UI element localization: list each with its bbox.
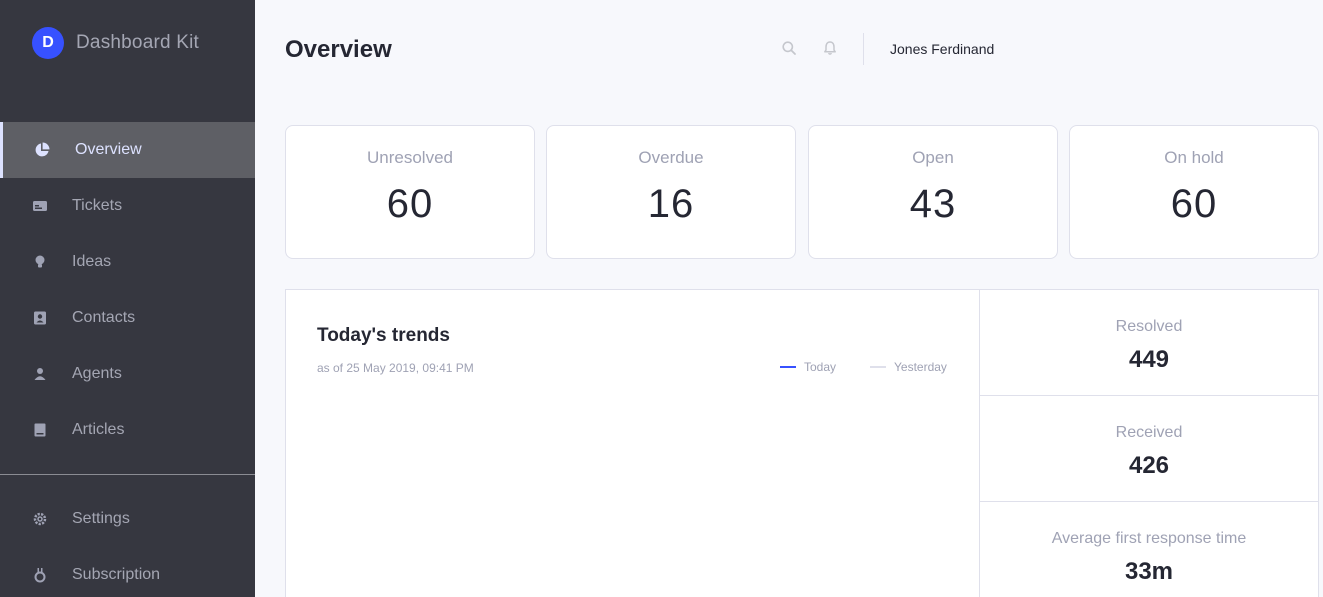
user-icon bbox=[32, 366, 48, 382]
legend-today: Today bbox=[780, 360, 836, 374]
sidebar-item-agents[interactable]: Agents bbox=[0, 346, 255, 402]
brand[interactable]: D Dashboard Kit bbox=[32, 27, 199, 59]
medal-icon bbox=[32, 567, 48, 583]
side-stat-label: Received bbox=[1115, 424, 1183, 441]
sidebar-item-ideas[interactable]: Ideas bbox=[0, 234, 255, 290]
sidebar-item-label: Subscription bbox=[72, 566, 161, 583]
stat-value: 60 bbox=[386, 182, 434, 226]
stat-label: Unresolved bbox=[367, 148, 453, 167]
stat-value: 43 bbox=[909, 182, 957, 226]
stat-label: Overdue bbox=[638, 148, 704, 167]
side-stat-value: 426 bbox=[1128, 452, 1170, 479]
sidebar-item-settings[interactable]: Settings bbox=[0, 491, 255, 547]
sidebar-item-label: Ideas bbox=[72, 253, 112, 270]
search-icon[interactable] bbox=[781, 40, 797, 56]
stat-label: On hold bbox=[1164, 148, 1224, 167]
side-stat-label: Average first response time bbox=[1051, 530, 1247, 547]
lightbulb-icon bbox=[32, 254, 48, 270]
side-stat-value: 33m bbox=[1124, 558, 1174, 585]
brand-name: Dashboard Kit bbox=[76, 32, 200, 53]
side-stat-resolved: Resolved 449 bbox=[980, 290, 1319, 396]
sidebar-item-label: Agents bbox=[72, 365, 122, 382]
stat-card-overdue[interactable]: Overdue 16 bbox=[546, 125, 796, 259]
stat-card-on-hold[interactable]: On hold 60 bbox=[1069, 125, 1319, 259]
legend-line-icon bbox=[870, 366, 886, 368]
sidebar-item-subscription[interactable]: Subscription bbox=[0, 547, 255, 597]
pie-chart-icon bbox=[34, 142, 50, 158]
legend-line-icon bbox=[780, 366, 796, 368]
sidebar-item-tickets[interactable]: Tickets bbox=[0, 178, 255, 234]
contacts-icon bbox=[32, 310, 48, 326]
side-stat-received: Received 426 bbox=[980, 396, 1319, 502]
book-icon bbox=[32, 422, 48, 438]
stat-card-unresolved[interactable]: Unresolved 60 bbox=[285, 125, 535, 259]
stat-value: 60 bbox=[1170, 182, 1218, 226]
side-stat-avg-response: Average first response time 33m bbox=[980, 502, 1319, 597]
sidebar-item-label: Articles bbox=[72, 421, 125, 438]
user-name[interactable]: Jones Ferdinand bbox=[890, 41, 994, 57]
sidebar-footer-nav: Settings Subscription bbox=[0, 491, 255, 597]
sidebar-divider bbox=[0, 474, 255, 475]
gear-icon bbox=[32, 511, 48, 527]
sidebar-item-label: Contacts bbox=[72, 309, 136, 326]
trends-title: Today's trends bbox=[317, 325, 450, 346]
sidebar-item-contacts[interactable]: Contacts bbox=[0, 290, 255, 346]
trends-chart-area bbox=[317, 390, 947, 597]
side-stats: Resolved 449 Received 426 Average first … bbox=[979, 290, 1319, 597]
sidebar-item-label: Overview bbox=[75, 141, 142, 158]
brand-logo: D bbox=[32, 27, 64, 59]
trends-panel: Today's trends as of 25 May 2019, 09:41 … bbox=[285, 289, 1319, 597]
sidebar-item-label: Settings bbox=[72, 510, 130, 527]
sidebar-item-articles[interactable]: Articles bbox=[0, 402, 255, 458]
sidebar: D Dashboard Kit Overview Tickets Ideas C… bbox=[0, 0, 255, 597]
trends-timestamp: as of 25 May 2019, 09:41 PM bbox=[317, 361, 474, 375]
legend-label: Yesterday bbox=[894, 360, 947, 374]
sidebar-nav: Overview Tickets Ideas Contacts Agents A… bbox=[0, 122, 255, 458]
page-title: Overview bbox=[285, 36, 392, 63]
side-stat-value: 449 bbox=[1128, 346, 1170, 373]
sidebar-item-label: Tickets bbox=[72, 197, 123, 214]
legend-yesterday: Yesterday bbox=[870, 360, 947, 374]
side-stat-label: Resolved bbox=[1115, 318, 1183, 335]
stat-card-open[interactable]: Open 43 bbox=[808, 125, 1058, 259]
sidebar-item-overview[interactable]: Overview bbox=[0, 122, 255, 178]
legend-label: Today bbox=[804, 360, 837, 374]
bell-icon[interactable] bbox=[822, 40, 838, 56]
header-divider bbox=[863, 33, 864, 65]
ticket-icon bbox=[32, 198, 48, 214]
stat-label: Open bbox=[912, 148, 954, 167]
stat-value: 16 bbox=[647, 182, 695, 226]
